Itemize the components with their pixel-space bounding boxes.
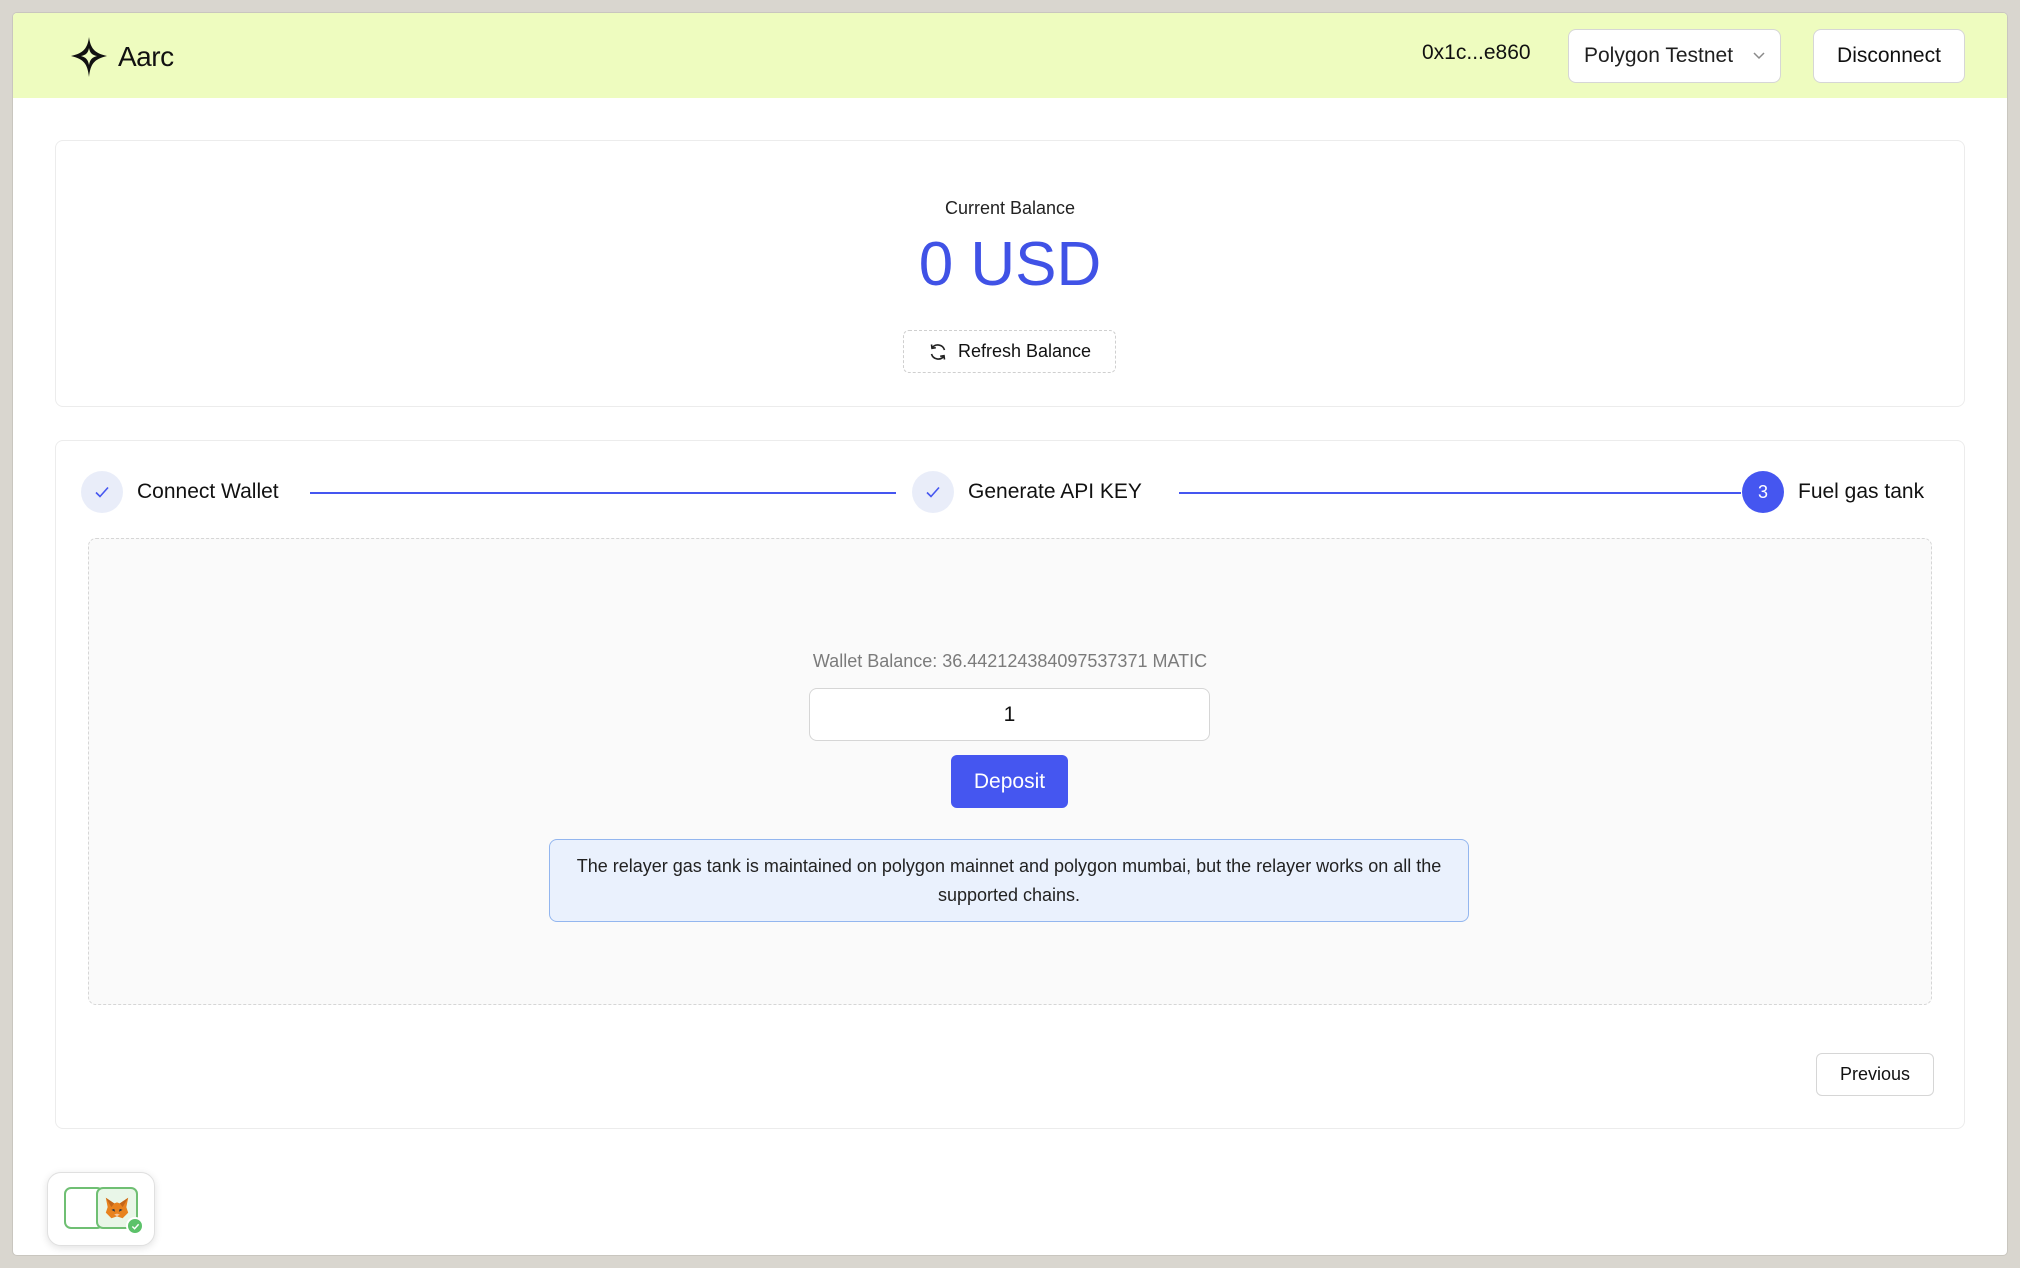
network-select-value: Polygon Testnet	[1584, 44, 1734, 67]
step-connector	[1179, 492, 1741, 494]
refresh-balance-label: Refresh Balance	[957, 341, 1092, 361]
brand-name: Aarc	[118, 41, 174, 72]
balance-value: 0 USD	[918, 230, 1102, 299]
info-alert: The relayer gas tank is maintained on po…	[549, 839, 1469, 922]
fuel-panel: Wallet Balance: 36.442124384097537371 MA…	[88, 538, 1932, 1005]
previous-button[interactable]: Previous	[1816, 1053, 1934, 1096]
brand-logo[interactable]: Aarc	[66, 34, 174, 80]
wallet-extension-widget[interactable]	[47, 1172, 155, 1246]
wallet-balance: Wallet Balance: 36.442124384097537371 MA…	[812, 651, 1208, 671]
step-label: Connect Wallet	[137, 480, 279, 503]
step-label: Generate API KEY	[968, 480, 1142, 503]
step-status	[912, 471, 954, 513]
step-label: Fuel gas tank	[1798, 480, 1925, 503]
step-fuel-gas-tank[interactable]: 3 Fuel gas tank	[1742, 471, 1924, 513]
step-connector	[310, 492, 896, 494]
top-header: Aarc 0x1c...e860 Polygon Testnet Disconn…	[13, 13, 2007, 98]
steps-card: Connect Wallet Generate API KEY 3 Fuel g…	[55, 440, 1965, 1129]
sparkle-star-icon	[71, 37, 107, 77]
app-window: Aarc 0x1c...e860 Polygon Testnet Disconn…	[13, 13, 2007, 1255]
info-alert-text: The relayer gas tank is maintained on po…	[576, 855, 1442, 905]
check-icon	[926, 486, 940, 498]
connected-check-icon	[126, 1217, 144, 1235]
refresh-balance-button[interactable]: Refresh Balance	[903, 330, 1116, 373]
step-number: 3	[1742, 471, 1784, 513]
step-generate-api-key[interactable]: Generate API KEY	[912, 471, 1142, 513]
chevron-down-icon	[1753, 52, 1765, 60]
deposit-button[interactable]: Deposit	[951, 755, 1068, 808]
disconnect-button[interactable]: Disconnect	[1813, 29, 1965, 83]
refresh-icon	[930, 343, 946, 360]
check-icon	[95, 486, 109, 498]
network-select[interactable]: Polygon Testnet	[1568, 29, 1781, 83]
step-connect-wallet[interactable]: Connect Wallet	[81, 471, 279, 513]
balance-card: Current Balance 0 USD Refresh Balance	[55, 140, 1965, 407]
deposit-amount-input[interactable]	[809, 688, 1210, 741]
balance-label: Current Balance	[944, 198, 1076, 218]
step-status	[81, 471, 123, 513]
wallet-address: 0x1c...e860	[1422, 41, 1531, 64]
